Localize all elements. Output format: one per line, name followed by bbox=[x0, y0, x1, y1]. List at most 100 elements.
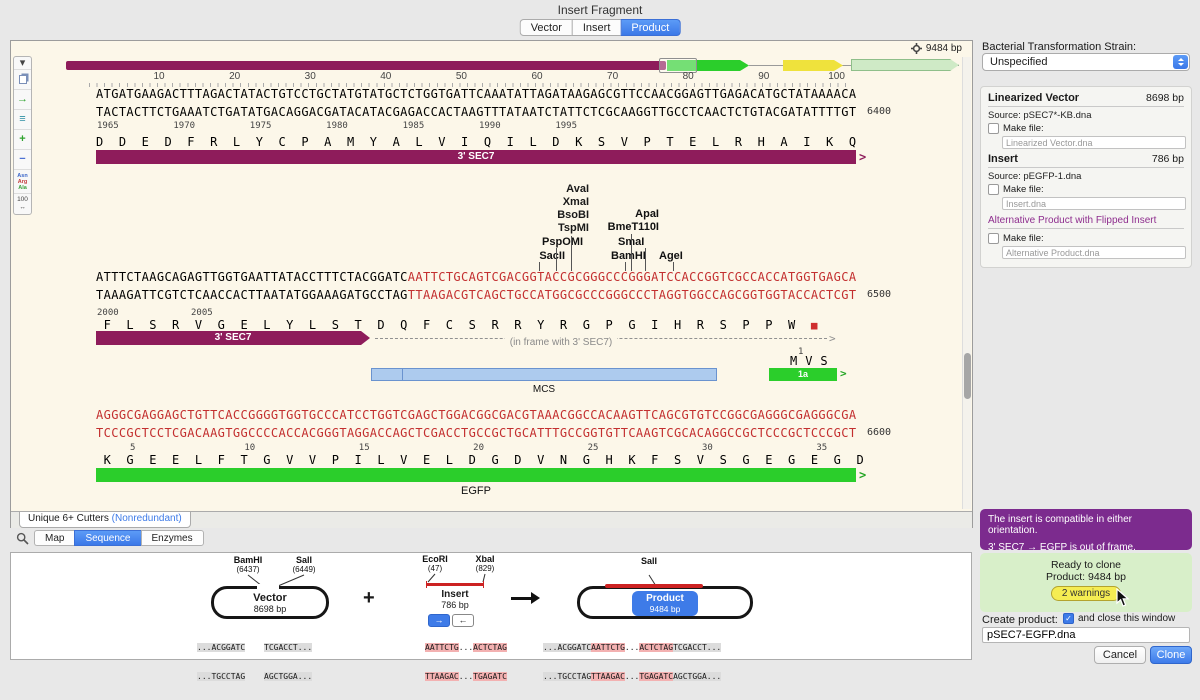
enzyme-site-line bbox=[631, 234, 632, 271]
linearized-vector-header: Linearized Vector 8698 bp bbox=[988, 92, 1184, 107]
ruler: 102030405060708090100 bbox=[89, 71, 845, 82]
sequence-top-strand[interactable]: AGGGCGAGGAGCTGTTCACCGGGGTGGTGCCCATCCTGGT… bbox=[96, 409, 856, 422]
alternative-make-file-checkbox[interactable] bbox=[988, 233, 999, 244]
linearized-make-file-row: Make file: bbox=[988, 123, 1184, 134]
product-badge: Product 9484 bp bbox=[632, 591, 698, 616]
amino-acid-display-button[interactable]: Asn Arg Ala bbox=[14, 170, 31, 194]
aa-position-number: 1995 bbox=[555, 121, 631, 131]
feature-bar-egfp-start[interactable]: 1a bbox=[769, 368, 837, 381]
sequence-toolbar: ▾ → ≡ + − Asn Arg Ala 100 ↔ bbox=[13, 56, 32, 215]
translation-row[interactable]: F L S R V G E L Y L S T D Q F C S R R Y … bbox=[96, 319, 818, 332]
insert-source: Source: pEGFP-1.dna bbox=[988, 171, 1184, 182]
vertical-scrollbar[interactable] bbox=[962, 57, 971, 509]
alternative-make-file-row: Make file: bbox=[988, 233, 1184, 244]
close-window-label: and close this window bbox=[1078, 613, 1175, 624]
feature-bar-egfp[interactable] bbox=[96, 468, 856, 482]
clone-button[interactable]: Clone bbox=[1150, 646, 1192, 664]
feature-bar-mcs[interactable] bbox=[371, 368, 717, 381]
ruler-tick-label: 20 bbox=[165, 71, 241, 82]
copy-button[interactable] bbox=[14, 70, 31, 90]
feature-bar-sec7[interactable]: 3' SEC7 bbox=[96, 150, 856, 164]
notice-line-1: The insert is compatible in either orien… bbox=[988, 514, 1184, 536]
translation-row[interactable]: K G E E L F T G V V P I L V E L D G D V … bbox=[96, 454, 864, 467]
numbering-button[interactable]: 100 ↔ bbox=[14, 194, 31, 214]
insert-fragment-dialog: { "window": { "title": "Insert Fragment"… bbox=[0, 0, 1200, 674]
insert-site-ecori: EcoRI(47) bbox=[409, 555, 461, 573]
aa-position-number: 15 bbox=[359, 443, 473, 453]
enzyme-label-bamhi[interactable]: BamHI bbox=[611, 250, 646, 262]
aa-position-numbers: 5101520253035 bbox=[130, 443, 931, 453]
gear-icon[interactable] bbox=[911, 43, 922, 54]
enzyme-label-bmet110i[interactable]: BmeT110I bbox=[571, 221, 659, 233]
enzyme-label-agei[interactable]: AgeI bbox=[659, 250, 683, 262]
linearized-filename-input[interactable] bbox=[1002, 136, 1186, 149]
alternative-filename-input[interactable] bbox=[1002, 246, 1186, 259]
display-lines-button[interactable]: ≡ bbox=[14, 110, 31, 130]
close-window-option: ✓ and close this window bbox=[1063, 613, 1175, 624]
dialog-title: Insert Fragment bbox=[558, 3, 643, 17]
alternative-product-header: Alternative Product with Flipped Insert bbox=[988, 215, 1184, 229]
cutters-tab[interactable]: Unique 6+ Cutters (Nonredundant) bbox=[19, 511, 191, 528]
overview-yellow-feature[interactable] bbox=[783, 60, 843, 71]
insert-make-file-row: Make file: bbox=[988, 184, 1184, 195]
right-position-number: 6500 bbox=[867, 289, 891, 300]
egfp-label: EGFP bbox=[96, 485, 856, 497]
linearized-make-file-checkbox[interactable] bbox=[988, 123, 999, 134]
sequence-top-strand[interactable]: ATTTCTAAGCAGAGTTGGTGAATTATACCTTTCTACGGAT… bbox=[96, 271, 856, 284]
ruler-tick-label: 80 bbox=[618, 71, 694, 82]
enzyme-label-sacii[interactable]: SacII bbox=[491, 250, 565, 262]
vector-plasmid[interactable]: Vector 8698 bp bbox=[211, 586, 329, 619]
tab-vector[interactable]: Vector bbox=[520, 19, 572, 36]
sequence-panel: 9484 bp 102030405060708090100 ATGATGAAGA… bbox=[10, 40, 973, 528]
aa-position-number: 1965 bbox=[97, 121, 173, 131]
view-tab-enzymes[interactable]: Enzymes bbox=[141, 530, 204, 546]
warnings-button[interactable]: 2 warnings bbox=[1051, 586, 1121, 601]
product-filename-input[interactable] bbox=[982, 627, 1190, 643]
magnifier-icon[interactable] bbox=[16, 532, 29, 545]
aa-position-number: 30 bbox=[702, 443, 816, 453]
aa-position-number: 2000 bbox=[97, 308, 119, 318]
overview-vector-feature[interactable] bbox=[66, 61, 666, 70]
feature-continues-arrow: > bbox=[859, 150, 866, 164]
linearized-vector-title: Linearized Vector bbox=[988, 92, 1079, 104]
enzyme-label-apai[interactable]: ApaI bbox=[571, 208, 659, 220]
insert-filename-input[interactable] bbox=[1002, 197, 1186, 210]
view-options-button[interactable]: ▾ bbox=[14, 57, 31, 70]
vector-end-sequences: ...ACGGATC ...TGCCTAG bbox=[197, 624, 245, 700]
vector-name: Vector bbox=[214, 592, 326, 604]
frame-continues-arrow: > bbox=[829, 332, 836, 345]
create-product-label: Create product: bbox=[982, 614, 1058, 626]
scrollbar-thumb[interactable] bbox=[964, 353, 971, 399]
insert-fragment-line[interactable] bbox=[427, 583, 483, 586]
sequence-bottom-strand[interactable]: TAAAGATTCGTCTCAACCACTTAATATGGAAAGATGCCTA… bbox=[96, 289, 856, 302]
cancel-button[interactable]: Cancel bbox=[1094, 646, 1146, 664]
product-name: Product bbox=[632, 593, 698, 604]
enzyme-site-line bbox=[571, 236, 572, 271]
insert-make-file-checkbox[interactable] bbox=[988, 184, 999, 195]
aa-position-number: 25 bbox=[588, 443, 702, 453]
export-button[interactable]: → bbox=[14, 90, 31, 110]
overview-pale-feature[interactable] bbox=[851, 59, 959, 71]
insert-name: Insert bbox=[418, 589, 492, 600]
feature-bar-sec7-end[interactable]: 3' SEC7 bbox=[96, 331, 370, 345]
sequence-bottom-strand[interactable]: TCCCGCTCCTCGACAAGTGGCCCCACCACGGGTAGGACCA… bbox=[96, 427, 856, 440]
tab-insert[interactable]: Insert bbox=[572, 19, 621, 36]
sequence-top-strand[interactable]: ATGATGAAGACTTTAGACTATACTGTCCTGCTATGTATGC… bbox=[96, 88, 856, 101]
strain-select[interactable]: Unspecified bbox=[982, 53, 1190, 71]
ruler-tick-label: 100 bbox=[769, 71, 845, 82]
tab-product[interactable]: Product bbox=[620, 19, 680, 36]
close-window-checkbox[interactable]: ✓ bbox=[1063, 613, 1074, 624]
ruler-tick-label: 70 bbox=[543, 71, 619, 82]
translation-row[interactable]: D D E D F R L Y C P A M Y A L V I Q I L … bbox=[96, 136, 856, 149]
insert-end-tick bbox=[483, 581, 484, 588]
linearized-vector-source: Source: pSEC7*-KB.dna bbox=[988, 110, 1184, 121]
collapse-button[interactable]: − bbox=[14, 150, 31, 170]
egfp-start-translation[interactable]: M V S bbox=[790, 355, 828, 368]
enzyme-label-pspomi[interactable]: PspOMI bbox=[491, 236, 583, 248]
product-site-sali: SalI bbox=[623, 557, 675, 566]
sequence-bottom-strand[interactable]: TACTACTTCTGAAATCTGATATGACAGGACGATACATACG… bbox=[96, 106, 856, 119]
enzyme-label[interactable]: AvaI bbox=[491, 183, 589, 196]
view-tab-map[interactable]: Map bbox=[34, 530, 74, 546]
add-translation-button[interactable]: + bbox=[14, 130, 31, 150]
view-tab-sequence[interactable]: Sequence bbox=[74, 530, 140, 546]
